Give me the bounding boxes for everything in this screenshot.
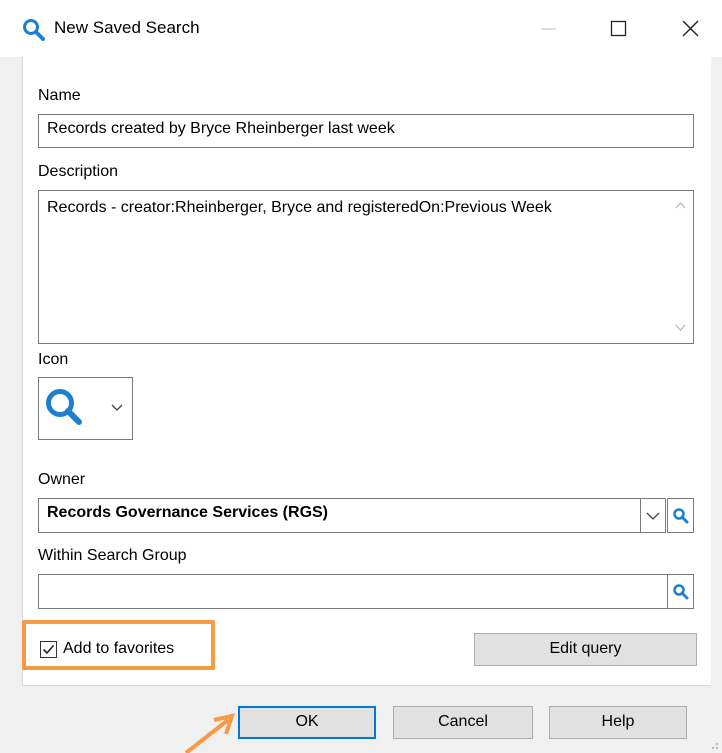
- owner-combobox[interactable]: Records Governance Services (RGS): [38, 498, 642, 533]
- owner-dropdown-button[interactable]: [640, 498, 666, 533]
- description-text: Records - creator:Rheinberger, Bryce and…: [47, 199, 552, 216]
- annotation-arrow-icon: [184, 713, 236, 753]
- favorites-highlight: [22, 620, 215, 670]
- description-textarea[interactable]: Records - creator:Rheinberger, Bryce and…: [38, 190, 694, 344]
- cancel-button[interactable]: Cancel: [393, 706, 533, 739]
- minimize-button[interactable]: [529, 0, 575, 57]
- search-group-input[interactable]: [38, 574, 669, 609]
- chevron-down-icon: [111, 404, 123, 411]
- edit-query-button[interactable]: Edit query: [474, 633, 697, 666]
- search-icon: [673, 584, 689, 600]
- chevron-up-icon: [675, 202, 686, 209]
- maximize-button[interactable]: [595, 0, 641, 57]
- description-scrollbar[interactable]: [669, 192, 692, 342]
- minimize-icon: [541, 28, 556, 30]
- chevron-down-icon: [646, 512, 660, 520]
- resize-grip-icon[interactable]: [708, 739, 720, 751]
- ok-button[interactable]: OK: [238, 706, 376, 739]
- search-group-lookup-button[interactable]: [667, 574, 694, 609]
- search-icon: [46, 389, 82, 425]
- title-bar: New Saved Search: [0, 0, 722, 57]
- icon-picker[interactable]: [38, 377, 133, 440]
- owner-lookup-button[interactable]: [667, 498, 694, 533]
- icon-label: Icon: [38, 351, 69, 368]
- close-button[interactable]: [666, 0, 712, 57]
- dialog-content: Name Records created by Bryce Rheinberge…: [22, 57, 711, 686]
- name-label: Name: [38, 87, 81, 104]
- search-icon: [673, 508, 689, 524]
- chevron-down-icon: [675, 324, 686, 331]
- close-icon: [682, 20, 699, 37]
- help-button[interactable]: Help: [549, 706, 687, 739]
- owner-label: Owner: [38, 471, 86, 488]
- window-title: New Saved Search: [54, 18, 200, 37]
- name-input[interactable]: Records created by Bryce Rheinberger las…: [38, 114, 694, 148]
- search-group-label: Within Search Group: [38, 547, 187, 564]
- scrollbar-arrows: [675, 202, 686, 331]
- search-icon: [23, 19, 45, 41]
- description-label: Description: [38, 163, 119, 180]
- maximize-icon: [610, 20, 627, 37]
